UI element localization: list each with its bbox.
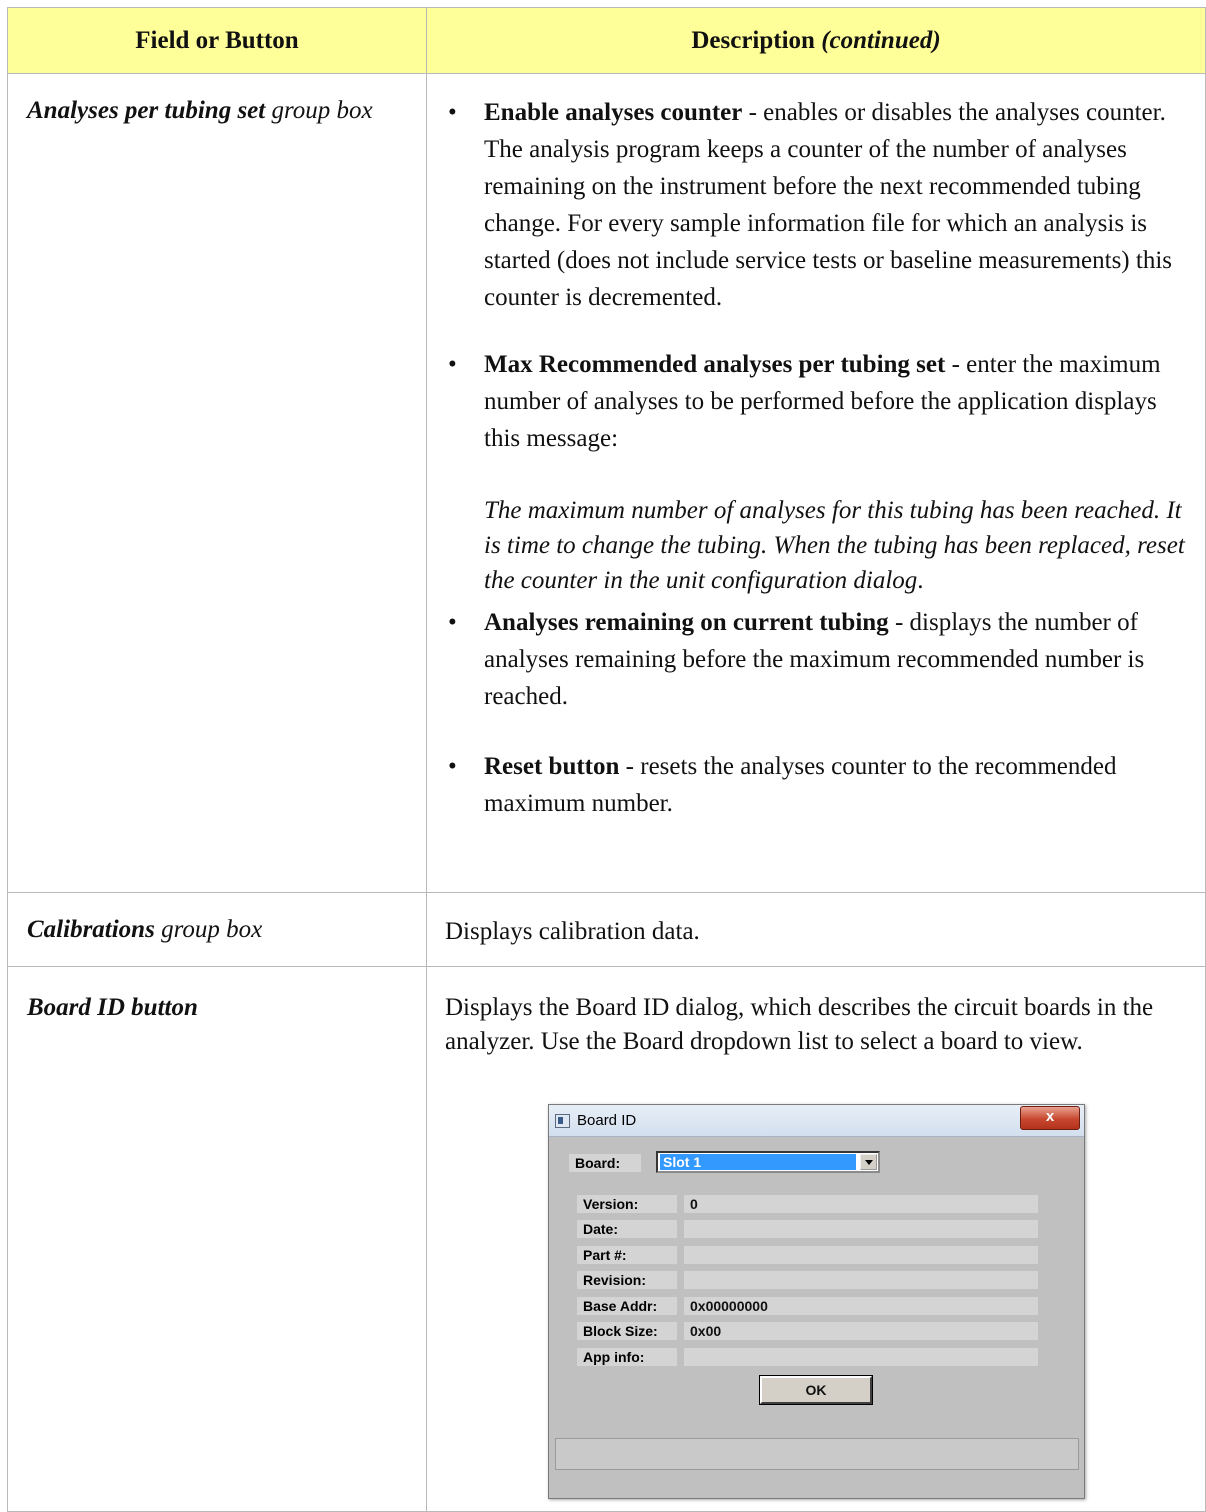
field-name-bold: Board ID button: [27, 994, 198, 1021]
description-text: Displays calibration data.: [445, 918, 700, 945]
field-name-calibrations: Calibrations group box: [7, 892, 427, 967]
board-id-dialog: Board ID x Board: Slot 1 Version: 0 Date…: [548, 1104, 1085, 1499]
version-label: Version:: [577, 1195, 677, 1213]
table-row-analyses: Analyses per tubing set group box Enable…: [7, 73, 1206, 893]
list-item: Analyses remaining on current tubing - d…: [445, 604, 1193, 715]
bullet-title: Max Recommended analyses per tubing set: [484, 351, 946, 378]
app-info-value: [684, 1348, 1038, 1366]
app-info-label: App info:: [577, 1348, 677, 1366]
header-col1-text: Field or Button: [135, 26, 299, 54]
dialog-body: Board: Slot 1 Version: 0 Date: Part #: R…: [549, 1137, 1084, 1462]
block-size-label: Block Size:: [577, 1322, 677, 1340]
warning-message-end: .: [917, 567, 924, 594]
field-name-analyses: Analyses per tubing set group box: [7, 73, 427, 893]
bullet-title: Analyses remaining on current tubing: [484, 609, 889, 636]
dialog-title: Board ID: [577, 1112, 637, 1129]
date-value: [684, 1220, 1038, 1238]
bullet-title: Enable analyses counter: [484, 99, 743, 126]
revision-value: [684, 1271, 1038, 1289]
ok-label: OK: [805, 1382, 827, 1398]
field-name-rest: group box: [265, 97, 373, 124]
list-item: Reset button - resets the analyses count…: [445, 748, 1193, 822]
header-continued-note: (continued): [821, 26, 941, 54]
part-number-value: [684, 1246, 1038, 1264]
bullet-title: Reset button: [484, 753, 620, 780]
document-page: Field or Button Description (continued) …: [0, 0, 1206, 1512]
header-col2-text: Description: [691, 26, 815, 54]
field-name-bold: Calibrations: [27, 916, 155, 943]
version-value: 0: [684, 1195, 1038, 1213]
header-description: Description (continued): [426, 7, 1206, 74]
revision-label: Revision:: [577, 1271, 677, 1289]
close-icon: x: [1045, 1108, 1055, 1125]
description-text: Displays the Board ID dialog, which desc…: [445, 994, 1154, 1055]
board-selected-value: Slot 1: [660, 1154, 856, 1170]
base-addr-label: Base Addr:: [577, 1297, 677, 1315]
block-size-value: 0x00: [684, 1322, 1038, 1340]
window-icon: [555, 1114, 570, 1128]
field-name-rest: group box: [154, 916, 263, 943]
table-row-calibrations: Calibrations group box Displays calibrat…: [7, 892, 1206, 967]
field-name-boardid: Board ID button: [7, 966, 427, 1512]
field-name-bold: Analyses per tubing set: [27, 97, 266, 124]
analyses-bullet-list: Enable analyses counter - enables or dis…: [445, 94, 1193, 457]
close-button[interactable]: x: [1020, 1106, 1080, 1130]
bullet-text: - enables or disables the analyses count…: [484, 99, 1172, 311]
warning-message: The maximum number of analyses for this …: [445, 493, 1193, 598]
board-dropdown[interactable]: Slot 1: [656, 1151, 880, 1173]
description-calibrations: Displays calibration data.: [426, 892, 1206, 967]
date-label: Date:: [577, 1220, 677, 1238]
part-number-label: Part #:: [577, 1246, 677, 1264]
dialog-title-bar: Board ID x: [549, 1105, 1084, 1137]
description-analyses: Enable analyses counter - enables or dis…: [426, 73, 1206, 893]
list-item: Max Recommended analyses per tubing set …: [445, 346, 1193, 457]
header-field-or-button: Field or Button: [7, 7, 427, 74]
table-header-row: Field or Button Description (continued): [7, 7, 1206, 74]
list-item: Enable analyses counter - enables or dis…: [445, 94, 1193, 316]
warning-message-text: The maximum number of analyses for this …: [484, 497, 1185, 594]
analyses-bullet-list-2: Analyses remaining on current tubing - d…: [445, 604, 1193, 822]
base-addr-value: 0x00000000: [684, 1297, 1038, 1315]
status-bar: [555, 1438, 1079, 1470]
chevron-down-icon[interactable]: [860, 1154, 877, 1170]
ok-button[interactable]: OK: [759, 1375, 873, 1405]
board-label: Board:: [569, 1154, 641, 1172]
